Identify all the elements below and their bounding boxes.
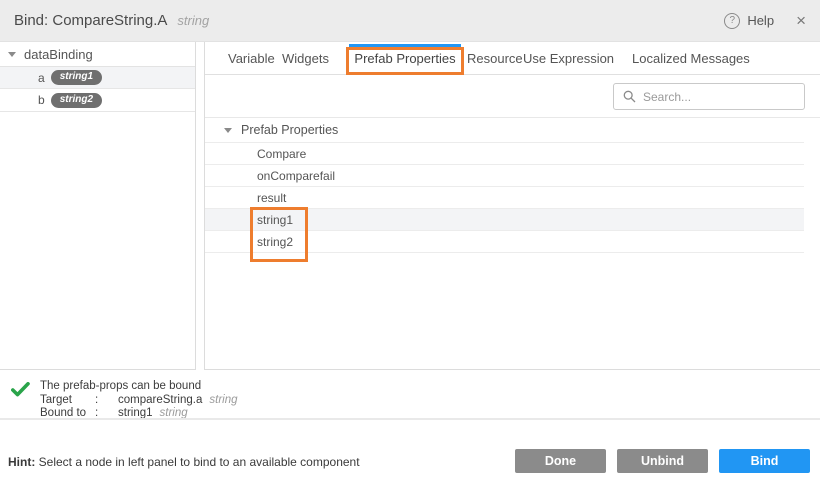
tree-node-label: string1	[257, 213, 293, 227]
bind-dialog: Bind: CompareString.A string ? Help × da…	[0, 0, 820, 484]
help-button[interactable]: Help	[747, 13, 774, 28]
footer-divider	[0, 418, 820, 420]
status-value: compareString.a	[118, 394, 202, 406]
left-tree-panel: dataBinding a string1 b string2	[0, 42, 196, 370]
tab-bar: Variable Widgets Prefab Properties Resou…	[205, 42, 820, 75]
close-icon[interactable]: ×	[796, 12, 806, 29]
bind-button[interactable]: Bind	[719, 449, 810, 473]
status-message: The prefab-props can be bound	[40, 380, 201, 392]
tree-node-string2[interactable]: string2	[205, 231, 804, 253]
tree-node-label: dataBinding	[24, 47, 93, 62]
title-bar: Bind: CompareString.A string ? Help ×	[0, 0, 820, 42]
help-icon[interactable]: ?	[724, 13, 740, 29]
status-colon: :	[95, 394, 118, 406]
dialog-title-type: string	[177, 13, 209, 28]
success-check-icon	[11, 382, 30, 397]
tree-node-a[interactable]: a string1	[0, 66, 195, 89]
tab-widgets[interactable]: Widgets	[282, 42, 329, 75]
unbind-button[interactable]: Unbind	[617, 449, 708, 473]
tree-node-label: Compare	[257, 147, 306, 161]
done-button[interactable]: Done	[515, 449, 606, 473]
tree-node-label: b	[38, 93, 45, 107]
caret-down-icon[interactable]	[8, 52, 16, 57]
search-icon	[623, 90, 636, 103]
type-badge: string1	[51, 70, 102, 85]
tab-localized-messages[interactable]: Localized Messages	[632, 42, 750, 75]
type-badge: string2	[51, 93, 102, 108]
tree-node-label: string2	[257, 235, 293, 249]
hint-label: Hint:	[8, 455, 35, 469]
search-box[interactable]	[613, 83, 805, 110]
hint-text: Hint: Select a node in left panel to bin…	[8, 455, 360, 469]
status-label: Target	[40, 394, 95, 406]
tree-node-label: onComparefail	[257, 169, 335, 183]
tree-node-result[interactable]: result	[205, 187, 804, 209]
hint-body: Select a node in left panel to bind to a…	[35, 455, 359, 469]
tree-node-label: Prefab Properties	[241, 123, 338, 137]
status-target-row: Target : compareString.a string	[40, 394, 238, 406]
footer-buttons: Done Unbind Bind	[504, 449, 810, 473]
tree-node-b[interactable]: b string2	[0, 89, 195, 112]
tab-variable[interactable]: Variable	[228, 42, 275, 75]
tree-node-compare[interactable]: Compare	[205, 143, 804, 165]
tab-resource[interactable]: Resource	[467, 42, 523, 75]
search-row	[205, 75, 820, 118]
tab-use-expression[interactable]: Use Expression	[523, 42, 614, 75]
tree-node-label: a	[38, 71, 45, 85]
tree-node-label: result	[257, 191, 286, 205]
dialog-title: Bind: CompareString.A	[14, 12, 167, 29]
search-input[interactable]	[643, 90, 795, 104]
status-type: string	[209, 394, 237, 406]
right-panel: Variable Widgets Prefab Properties Resou…	[204, 42, 820, 370]
tree-node-string1[interactable]: string1	[205, 209, 804, 231]
tree-node-prefab-properties[interactable]: Prefab Properties	[205, 118, 804, 143]
tab-prefab-properties[interactable]: Prefab Properties	[349, 42, 461, 75]
tree-node-databinding[interactable]: dataBinding	[0, 42, 195, 66]
tree-node-oncomparefail[interactable]: onComparefail	[205, 165, 804, 187]
caret-down-icon[interactable]	[224, 128, 232, 133]
titlebar-actions: ? Help ×	[724, 12, 806, 29]
prefab-properties-tree: Prefab Properties Compare onComparefail …	[205, 118, 820, 253]
